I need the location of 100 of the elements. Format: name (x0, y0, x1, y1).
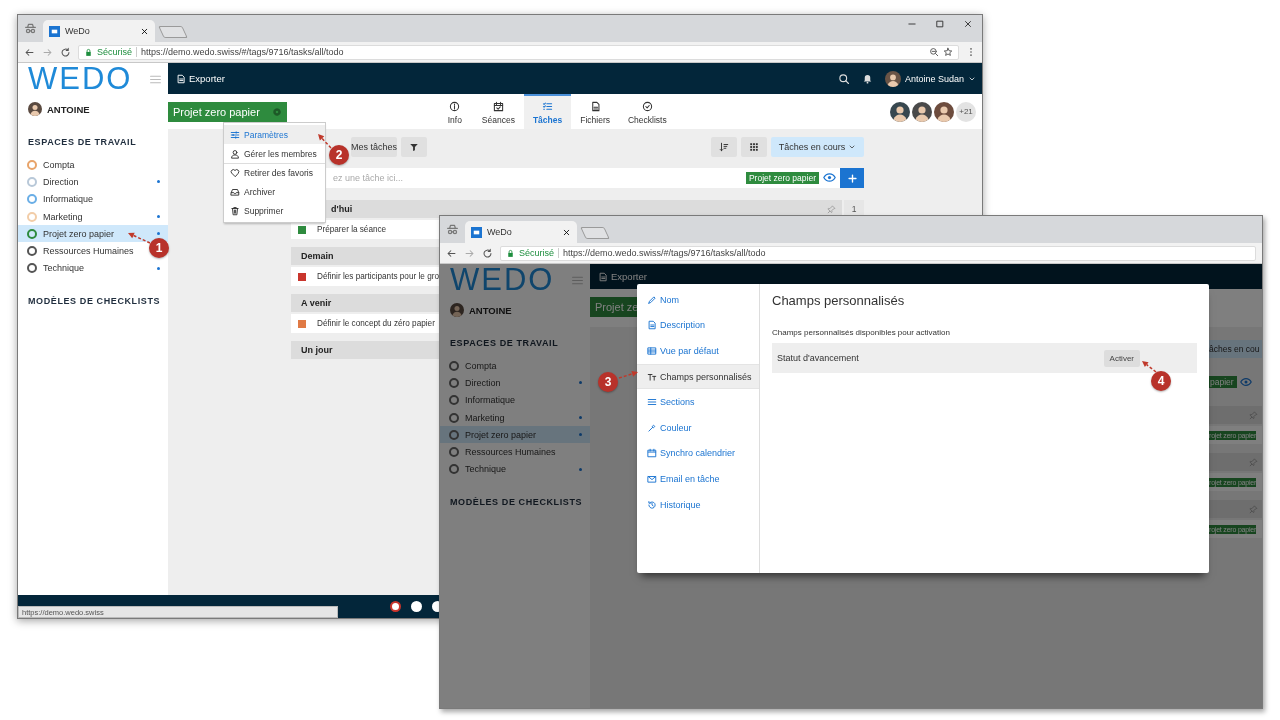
section-header[interactable] (1207, 453, 1262, 471)
nav-tab[interactable]: Fichiers (571, 94, 619, 129)
section-header[interactable] (1207, 500, 1262, 518)
nav-tab[interactable]: Séances (472, 94, 524, 129)
workspace-item[interactable]: Compta (440, 357, 505, 375)
grid-view-button[interactable] (741, 137, 767, 157)
info-icon (449, 100, 461, 112)
browser-tab[interactable]: WeDo (43, 20, 155, 42)
nav-tab[interactable]: Info (436, 94, 473, 129)
annotation-arrow (1142, 361, 1157, 373)
workspace-item[interactable]: Informatique (440, 391, 524, 409)
dialog-subtitle: Champs personnalisés disponibles pour activation (772, 328, 951, 337)
star-icon[interactable] (943, 47, 953, 57)
workspace-item[interactable]: Marketing (18, 207, 168, 226)
step-dot[interactable] (411, 601, 422, 612)
maximize-icon (935, 19, 945, 29)
dialog-nav-item[interactable]: Email en tâche (637, 466, 759, 492)
user-avatar (934, 101, 954, 122)
pin-icon (1249, 504, 1258, 514)
section-header[interactable]: A venir (291, 294, 439, 312)
member-count[interactable]: +21 (956, 101, 976, 122)
activate-button[interactable]: Activer (1103, 349, 1140, 367)
user-avatar (28, 102, 42, 116)
filter-button[interactable] (401, 137, 427, 157)
workspace-item[interactable]: Ressources Humaines (440, 443, 564, 461)
sort-icon (719, 142, 729, 152)
text-icon (647, 371, 657, 382)
export-button[interactable]: Exporter (176, 73, 225, 84)
menu-item[interactable]: Gérer les membres (224, 144, 325, 163)
export-button[interactable]: Exporter (598, 271, 647, 282)
workspace-item[interactable]: Direction (440, 374, 590, 392)
calendar-icon (492, 100, 504, 112)
incognito-icon (446, 223, 459, 236)
field-name: Statut d'avancement (777, 353, 859, 363)
close-icon[interactable] (562, 227, 571, 237)
security-label: Sécurisé (97, 47, 132, 57)
url-text: https://demo.wedo.swiss/#/tags/9716/tasks/all/todo (563, 248, 767, 258)
workspace-item[interactable]: Informatique (18, 190, 102, 208)
view-filter-dropdown[interactable]: Tâches en cours (771, 137, 864, 157)
dialog-nav-item[interactable]: Vue par défaut (637, 338, 759, 364)
app-icon (471, 226, 482, 238)
section-header[interactable] (1207, 406, 1262, 424)
user-avatar (884, 70, 901, 87)
gear-icon (271, 107, 282, 117)
address-field[interactable]: Sécurisé https://demo.wedo.swiss/#/tags/9716/tasks/all/todo (78, 44, 959, 60)
step-dot[interactable] (390, 601, 401, 612)
nav-tab[interactable]: Checklists (619, 94, 676, 129)
workspace-item[interactable]: Marketing (440, 408, 590, 427)
reload-icon[interactable] (60, 46, 71, 58)
dialog-nav-item[interactable]: Sections (637, 389, 759, 415)
logo: WEDO (27, 65, 133, 93)
zoom-icon[interactable] (929, 47, 939, 57)
section-header[interactable]: Un jour (291, 341, 439, 359)
address-field[interactable]: Sécurisé https://demo.wedo.swiss/#/tags/9716/tasks/all/todo (500, 245, 1256, 261)
workspace-item[interactable]: Compta (18, 156, 83, 174)
sort-button[interactable] (711, 137, 737, 157)
back-icon[interactable] (24, 46, 35, 58)
dialog-nav-item[interactable]: Historique (637, 491, 759, 518)
annotation-arrow (128, 232, 151, 244)
bell-icon[interactable] (861, 73, 873, 84)
user-menu[interactable]: Antoine Sudan (884, 70, 976, 87)
section-title: MODÈLES DE CHECKLISTS (450, 497, 584, 508)
workspace-item[interactable]: Projet zero papier (18, 225, 168, 243)
mail-icon (647, 473, 657, 484)
workspace-item[interactable]: Technique (18, 259, 168, 278)
workspace-item[interactable]: Projet zero papier (440, 426, 590, 444)
my-tasks-button[interactable]: Mes tâches (351, 137, 397, 157)
workspace-item[interactable]: Ressources Humaines (18, 242, 142, 260)
reload-icon[interactable] (482, 247, 493, 259)
list-icon (647, 397, 657, 408)
menu-item[interactable]: Retirer des favoris (224, 163, 325, 182)
logo: WEDO (449, 266, 555, 294)
close-icon[interactable] (140, 26, 149, 36)
eye-icon[interactable] (1239, 376, 1252, 388)
browser-tab[interactable]: WeDo (465, 221, 577, 243)
ring-icon (449, 412, 459, 423)
workspace-item[interactable]: Direction (18, 173, 168, 191)
dialog-nav-item[interactable]: Couleur (637, 414, 759, 441)
dialog-nav-item[interactable]: Champs personnalisés (637, 363, 759, 390)
view-filter-dropdown[interactable]: âches en cou (1207, 340, 1262, 358)
menu-item[interactable]: Paramètres (224, 125, 325, 144)
nav-tab[interactable]: Tâches (523, 94, 572, 129)
project-tag[interactable]: Projet zero papier (168, 102, 287, 122)
workspace-item[interactable]: Technique (440, 460, 590, 479)
pin-icon (827, 204, 836, 214)
task-row[interactable]: Définir le concept du zéro papier (291, 314, 439, 333)
user-name: ANTOINE (47, 103, 90, 115)
document-icon (176, 73, 186, 84)
eye-icon[interactable] (823, 171, 836, 184)
search-icon[interactable] (837, 72, 850, 85)
back-icon[interactable] (446, 247, 457, 259)
plus-icon (846, 172, 858, 184)
add-button[interactable] (840, 168, 864, 188)
annotation-arrow (618, 370, 638, 379)
task-row[interactable]: Définir les participants pour le gro (291, 267, 439, 286)
heart-icon (230, 168, 240, 178)
section-header[interactable]: Demain (291, 247, 439, 265)
lock-icon (506, 248, 515, 258)
dialog-nav-item[interactable]: Synchro calendrier (637, 440, 759, 467)
ring-icon (449, 464, 459, 475)
